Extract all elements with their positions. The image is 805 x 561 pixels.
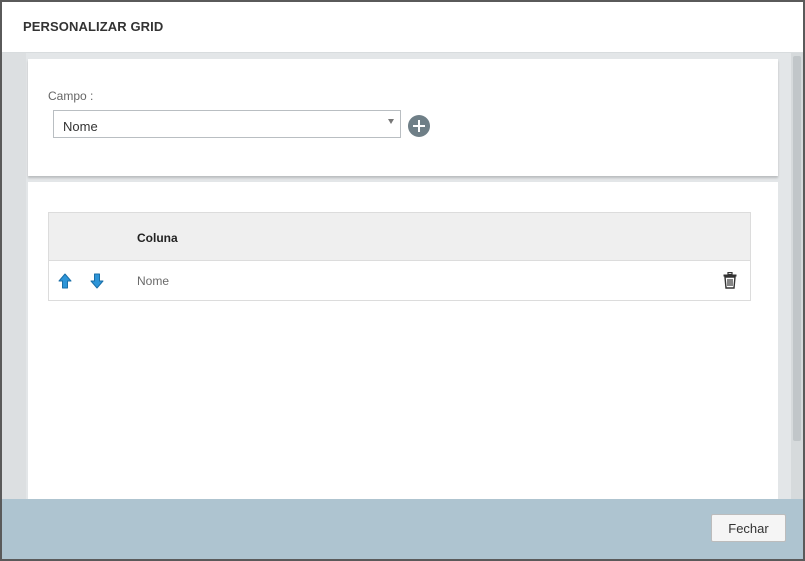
campo-select[interactable]: Nome <box>53 110 401 138</box>
dropdown-arrow-icon <box>388 119 394 124</box>
dialog-footer: Fechar <box>2 499 803 559</box>
scrollbar-thumb[interactable] <box>793 56 801 441</box>
add-field-button[interactable] <box>408 115 430 137</box>
grid-panel: Coluna Nome <box>28 182 778 502</box>
background-strip <box>2 53 26 500</box>
table-row: Nome <box>49 261 750 300</box>
vertical-scrollbar[interactable] <box>791 53 803 500</box>
trash-icon[interactable] <box>723 272 737 289</box>
row-value: Nome <box>137 274 170 288</box>
campo-select-value: Nome <box>63 119 98 134</box>
personalizar-grid-dialog: PERSONALIZAR GRID Campo : Nome Coluna No… <box>2 2 803 559</box>
dialog-header: PERSONALIZAR GRID <box>2 2 803 53</box>
campo-label: Campo : <box>48 89 94 103</box>
dialog-title: PERSONALIZAR GRID <box>23 19 164 34</box>
arrow-down-icon[interactable] <box>90 273 104 289</box>
field-panel: Campo : Nome <box>28 59 778 176</box>
arrow-up-icon[interactable] <box>58 273 72 289</box>
coluna-header: Coluna <box>137 231 178 245</box>
fechar-button[interactable]: Fechar <box>711 514 786 542</box>
columns-table: Coluna Nome <box>48 212 751 301</box>
table-header: Coluna <box>49 213 750 261</box>
